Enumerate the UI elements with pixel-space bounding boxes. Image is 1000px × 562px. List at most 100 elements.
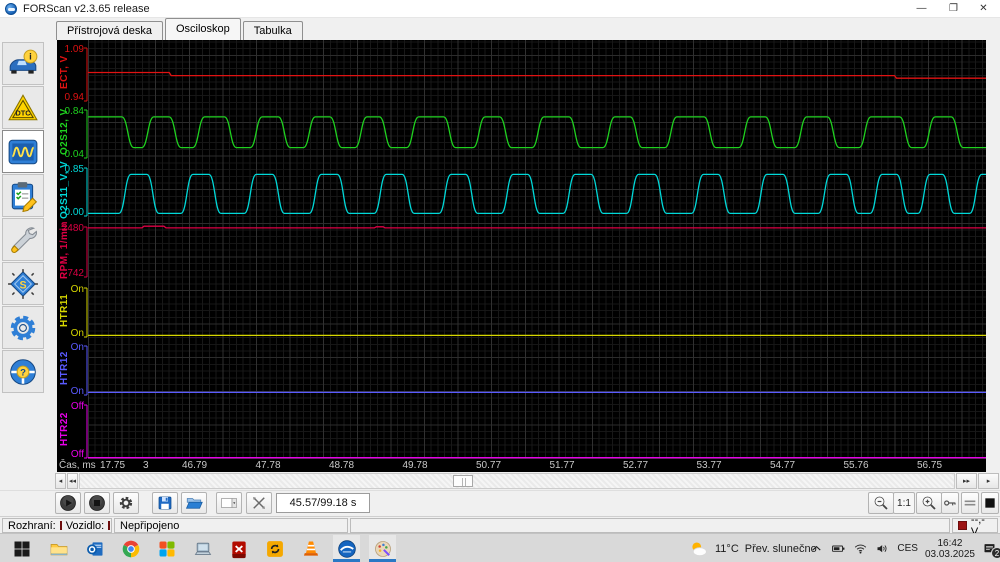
svg-text:i: i	[29, 51, 32, 62]
vlc-icon	[303, 541, 318, 556]
scrollbar-track[interactable]	[79, 473, 955, 489]
sidebar-item-programming[interactable]: S	[2, 262, 44, 305]
status-spacer	[350, 518, 950, 533]
laptop-icon	[194, 542, 211, 555]
weather-widget[interactable]: 11°C Přev. slunečno	[688, 537, 817, 561]
taskbar-paint-button[interactable]	[369, 535, 396, 562]
sidebar-item-service[interactable]	[2, 218, 44, 261]
scroll-step-right-button[interactable]: ▸	[978, 473, 999, 489]
zoom-out-button[interactable]	[868, 492, 894, 514]
battery-icon[interactable]	[831, 541, 846, 556]
axis-bracket-htr12	[84, 345, 88, 396]
filled-square-icon	[985, 498, 995, 508]
scroll-page-right-button[interactable]: ▸▸	[956, 473, 977, 489]
gear-icon	[10, 315, 36, 340]
interface-status-icon	[59, 521, 62, 530]
taskbar-forscan-button[interactable]	[333, 535, 360, 562]
wifi-icon[interactable]	[853, 541, 868, 556]
start-icon	[14, 541, 29, 556]
channel-max-htr12: On	[70, 342, 84, 353]
play-button[interactable]	[55, 492, 81, 514]
weather-temp: 11°C	[715, 543, 739, 555]
taskbar-outlook-button[interactable]	[81, 535, 108, 562]
playback-time-display[interactable]: 45.57/99.18 s	[276, 493, 370, 513]
save-button[interactable]	[152, 492, 178, 514]
axis-bracket-o2s12	[84, 109, 88, 159]
tab-table[interactable]: Tabulka	[242, 21, 303, 40]
x-tick-label: 55.76	[843, 460, 869, 471]
taskbar-msn-button[interactable]	[153, 535, 180, 562]
zoom-in-icon	[922, 496, 936, 510]
dropdown-icon	[221, 498, 237, 508]
close-button[interactable]: ✕	[967, 0, 1000, 18]
sidebar-item-help[interactable]: ?	[2, 350, 44, 393]
scroll-step-left-button[interactable]: ◂	[55, 473, 66, 489]
record-settings-button[interactable]	[113, 492, 139, 514]
speaker-icon[interactable]	[875, 541, 890, 556]
svg-text:DTC: DTC	[15, 108, 31, 117]
sidebar-item-tests[interactable]	[2, 174, 44, 217]
taskbar: 11°C Přev. slunečno CES 16:42 03.03.2025…	[0, 533, 1000, 562]
svg-text:?: ?	[20, 367, 26, 378]
fill-style-button[interactable]	[981, 492, 999, 514]
app-logo-icon	[5, 3, 17, 15]
sidebar-item-dtc[interactable]: DTC	[2, 86, 44, 129]
status-bar: Rozhraní: Vozidlo: Nepřipojeno --,-V	[0, 514, 1000, 538]
axis-bracket-htr11	[84, 287, 88, 338]
scrollbar-thumb[interactable]	[453, 475, 473, 487]
marker-select-dropdown[interactable]	[216, 492, 242, 514]
cross-markers-icon	[253, 497, 265, 509]
keyboard-language[interactable]: CES	[897, 543, 918, 554]
tab-bar: Přístrojová deska Osciloskop Tabulka	[0, 18, 1000, 40]
titlebar: FORScan v2.3.65 release — ❐ ✕	[0, 0, 1000, 18]
open-folder-icon	[185, 498, 203, 509]
sidebar-item-oscilloscope[interactable]	[2, 130, 44, 173]
scale-1-1-button[interactable]: 1:1	[893, 492, 915, 514]
chevron-up-icon[interactable]	[809, 541, 824, 556]
notification-center[interactable]: 2	[982, 541, 1000, 559]
pdf-icon	[231, 541, 246, 558]
forscan-window: FORScan v2.3.65 release — ❐ ✕ Přístrojov…	[0, 0, 1000, 562]
system-tray: CES 16:42 03.03.2025 2	[809, 535, 1000, 562]
channel-min-htr12: On	[70, 386, 84, 397]
sidebar-item-vehicle-info[interactable]: i	[2, 42, 44, 85]
forscan-icon	[337, 539, 356, 558]
sync-icon	[266, 540, 283, 557]
axis-bracket-htr22	[84, 404, 88, 459]
taskbar-explorer-button[interactable]	[45, 535, 72, 562]
scroll-page-left-button[interactable]: ◂◂	[67, 473, 78, 489]
taskbar-vlc-button[interactable]	[297, 535, 324, 562]
taskbar-chrome-button[interactable]	[117, 535, 144, 562]
zoom-in-button[interactable]	[916, 492, 942, 514]
minimize-button[interactable]: —	[905, 0, 938, 18]
svg-text:S: S	[19, 279, 26, 291]
line-style-button[interactable]	[961, 492, 979, 514]
taskbar-sync-button[interactable]	[261, 535, 288, 562]
gear-icon	[119, 496, 133, 510]
x-tick-label: 3	[143, 460, 149, 471]
cursor-key-button[interactable]	[941, 492, 959, 514]
sidebar-item-settings[interactable]	[2, 306, 44, 349]
channel-max-htr11: On	[70, 284, 84, 295]
explorer-icon	[50, 543, 67, 555]
tab-dashboard[interactable]: Přístrojová deska	[56, 21, 163, 40]
channel-max-rpm: 2480	[61, 223, 84, 234]
stop-button[interactable]	[84, 492, 110, 514]
outlook-icon	[86, 541, 102, 556]
taskbar-pdf-button[interactable]	[225, 535, 252, 562]
scope-toolbar: 45.57/99.18 s 1:1	[0, 490, 1000, 515]
clear-markers-button[interactable]	[246, 492, 272, 514]
taskbar-clock[interactable]: 16:42 03.03.2025	[925, 538, 975, 560]
play-icon	[60, 495, 76, 511]
open-button[interactable]	[181, 492, 207, 514]
lines-icon	[964, 500, 976, 506]
taskbar-start-button[interactable]	[8, 535, 35, 562]
channel-min-o2s11: 0.00	[64, 207, 84, 218]
help-wheel-icon: ?	[10, 358, 36, 385]
axis-bracket-rpm	[84, 226, 88, 278]
tests-icon	[11, 181, 38, 212]
wrench-icon	[11, 226, 37, 253]
taskbar-laptop-button[interactable]	[189, 535, 216, 562]
restore-button[interactable]: ❐	[937, 0, 970, 18]
tab-oscilloscope[interactable]: Osciloskop	[164, 18, 241, 40]
